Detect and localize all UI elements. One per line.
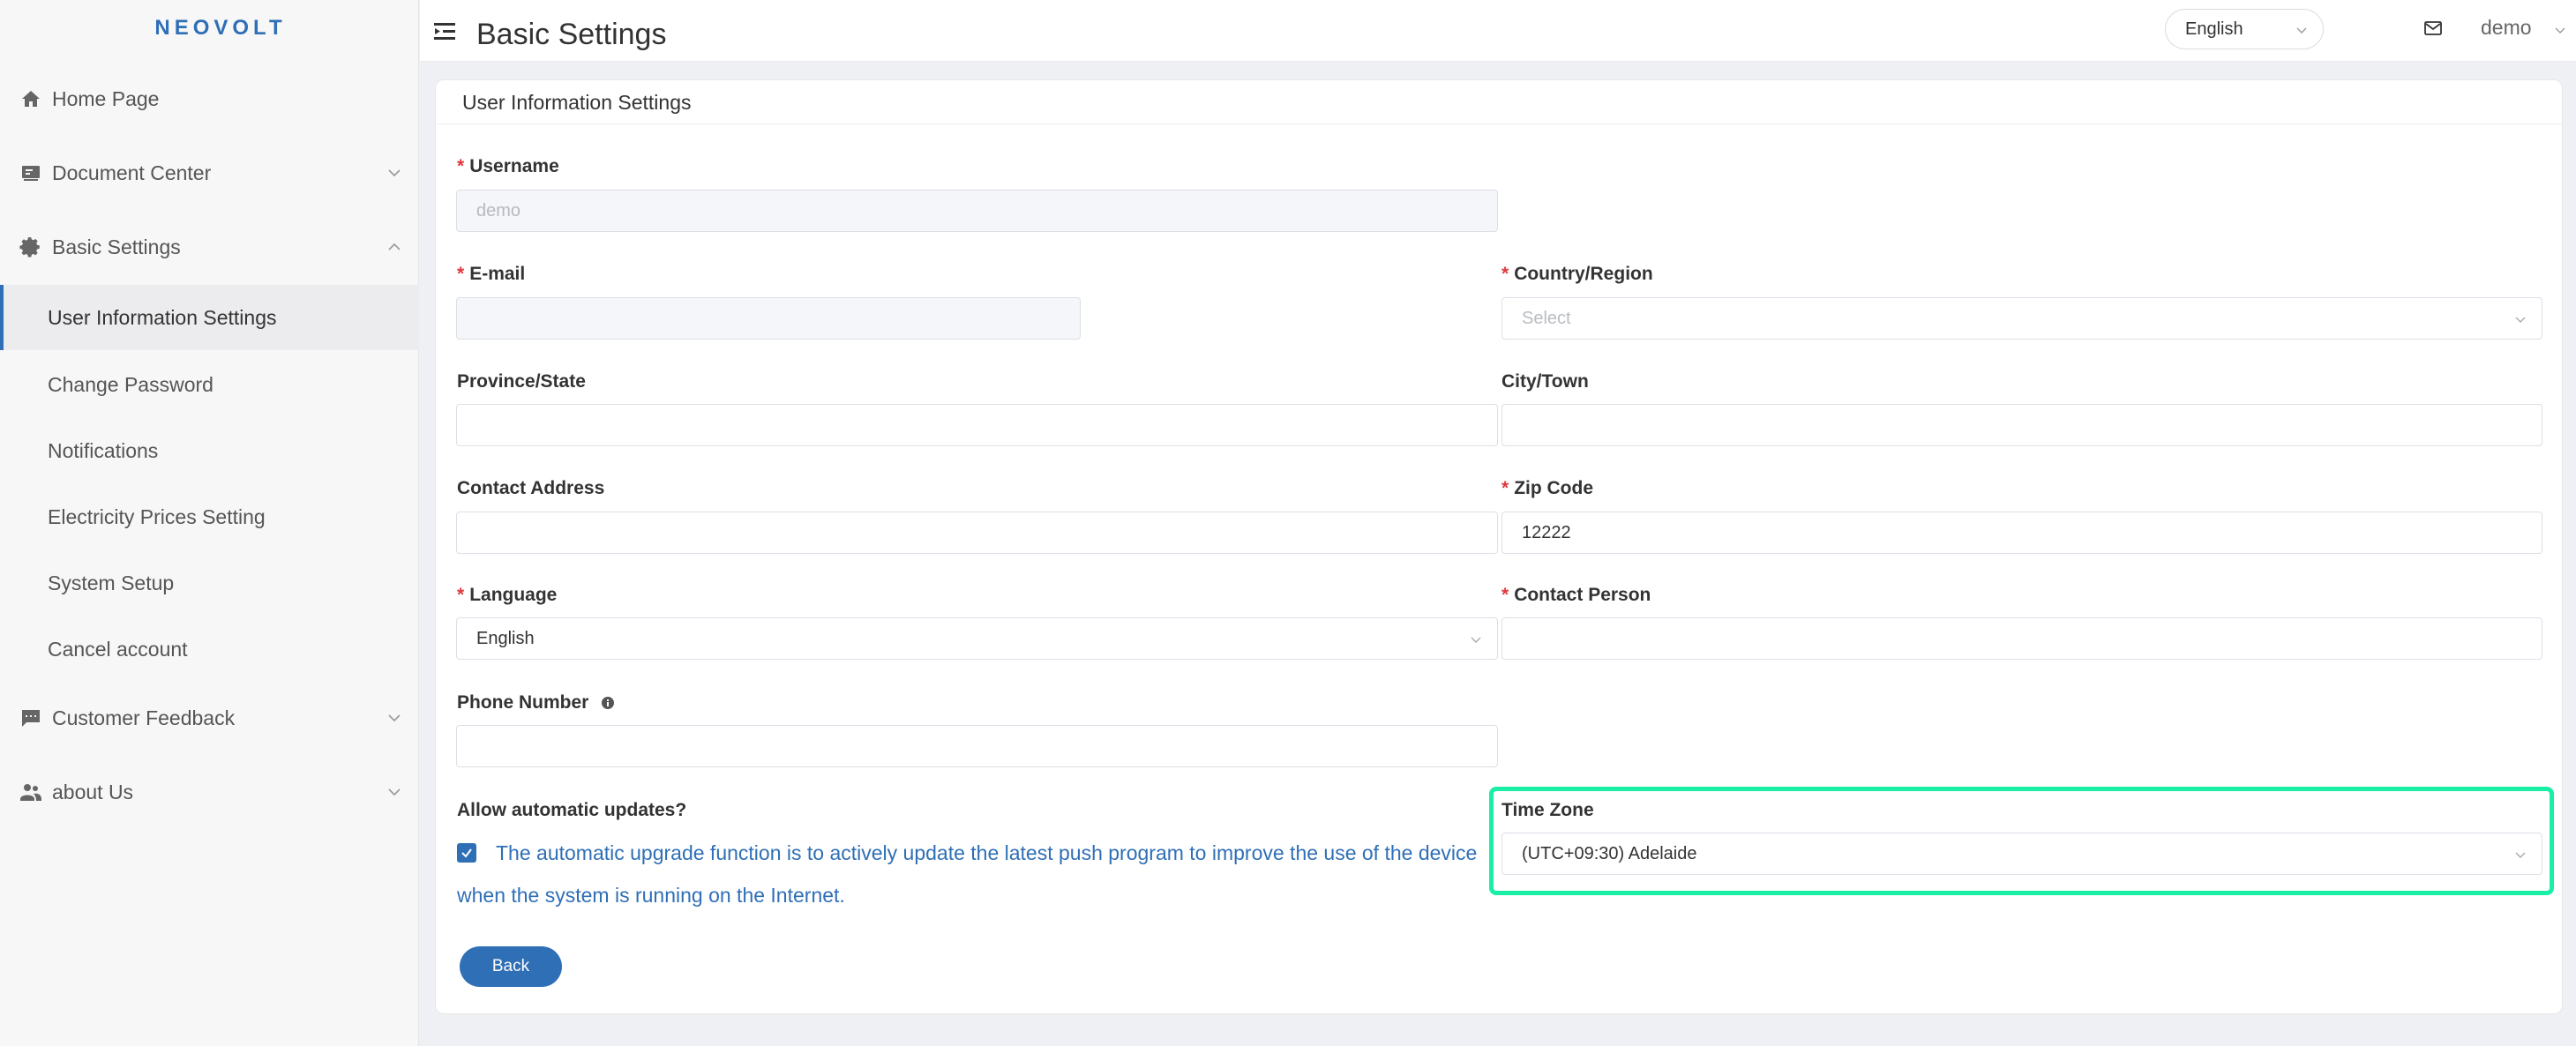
language-select-value: English	[2185, 19, 2243, 39]
chevron-down-icon	[388, 169, 401, 177]
sidebar-item-customer-feedback[interactable]: Customer Feedback	[0, 687, 419, 749]
sidebar-subitem-change-password[interactable]: Change Password	[0, 352, 419, 417]
email-label: * E-mail	[457, 264, 526, 284]
language-label: * Language	[457, 585, 558, 605]
sidebar-subitem-label: User Information Settings	[48, 305, 277, 329]
sidebar-item-label: Customer Feedback	[52, 706, 236, 729]
country-select[interactable]: Select	[1501, 297, 2542, 340]
menu-fold-icon[interactable]	[434, 21, 459, 42]
email-field[interactable]	[456, 297, 1081, 340]
sidebar-item-basic-settings[interactable]: Basic Settings	[0, 216, 419, 278]
sidebar-subitem-label: Notifications	[48, 438, 159, 462]
home-icon	[19, 87, 42, 110]
sidebar-item-label: Home Page	[52, 86, 160, 110]
user-info-card: User Information Settings * Username demo…	[435, 79, 2564, 1014]
sidebar-item-document-center[interactable]: Document Center	[0, 142, 419, 204]
sidebar-item-label: Document Center	[52, 161, 212, 184]
phone-label: Phone Number	[457, 692, 615, 714]
contact-person-input[interactable]	[1501, 617, 2542, 660]
user-menu[interactable]: demo	[2481, 16, 2532, 40]
address-label: Contact Address	[457, 478, 605, 498]
auto-updates-description: The automatic upgrade function is to act…	[457, 841, 1478, 907]
chevron-down-icon	[388, 714, 401, 722]
sidebar-item-about-us[interactable]: about Us	[0, 761, 419, 823]
zip-label: * Zip Code	[1501, 478, 1594, 498]
sidebar-item-label: about Us	[52, 780, 134, 803]
sidebar-subitem-cancel-account[interactable]: Cancel account	[0, 616, 419, 682]
language-select[interactable]: English	[2165, 9, 2324, 49]
card-title: User Information Settings	[436, 80, 2564, 124]
province-input[interactable]	[456, 404, 1498, 446]
username-field[interactable]: demo	[456, 190, 1498, 232]
username-label: * Username	[457, 156, 559, 176]
sidebar: NEOVOLT Home Page Document Center Basic …	[0, 0, 419, 1046]
sidebar-subitem-user-information-settings[interactable]: User Information Settings	[0, 285, 419, 350]
page-title: Basic Settings	[476, 18, 667, 51]
sidebar-subitem-label: Change Password	[48, 372, 213, 396]
mail-icon[interactable]	[2424, 21, 2442, 35]
chevron-down-icon	[2515, 317, 2526, 323]
chevron-down-icon	[388, 788, 401, 796]
brand-logo: NEOVOLT	[154, 16, 287, 40]
chevron-down-icon	[2296, 27, 2307, 34]
chat-icon	[19, 706, 42, 729]
info-icon[interactable]	[601, 696, 615, 710]
contact-person-label: * Contact Person	[1501, 585, 1651, 605]
chevron-down-icon	[2515, 852, 2526, 858]
sidebar-subitem-label: Electricity Prices Setting	[48, 504, 266, 528]
zip-input[interactable]: 12222	[1501, 512, 2542, 554]
city-input[interactable]	[1501, 404, 2542, 446]
address-input[interactable]	[456, 512, 1498, 554]
sidebar-subitem-label: Cancel account	[48, 637, 188, 661]
phone-input[interactable]	[456, 725, 1498, 767]
top-header: Basic Settings English demo	[420, 0, 2576, 62]
timezone-select[interactable]: (UTC+09:30) Adelaide	[1501, 833, 2542, 875]
sidebar-subitem-system-setup[interactable]: System Setup	[0, 550, 419, 616]
province-label: Province/State	[457, 371, 586, 392]
chevron-up-icon	[388, 243, 401, 250]
country-label: * Country/Region	[1501, 264, 1653, 284]
timezone-label: Time Zone	[1501, 800, 1594, 820]
back-button[interactable]: Back	[460, 946, 562, 987]
chevron-down-icon[interactable]	[2553, 23, 2567, 37]
users-icon	[19, 781, 42, 803]
sidebar-subitem-electricity-prices-setting[interactable]: Electricity Prices Setting	[0, 484, 419, 549]
document-icon	[19, 161, 42, 184]
city-label: City/Town	[1501, 371, 1589, 392]
sidebar-item-label: Basic Settings	[52, 235, 181, 258]
gear-icon	[19, 235, 42, 258]
sidebar-subitem-notifications[interactable]: Notifications	[0, 418, 419, 483]
auto-updates-label: Allow automatic updates?	[457, 800, 687, 820]
language-field-select[interactable]: English	[456, 617, 1498, 660]
chevron-down-icon	[1471, 637, 1481, 643]
sidebar-subitem-label: System Setup	[48, 571, 175, 594]
sidebar-item-home[interactable]: Home Page	[0, 68, 419, 130]
